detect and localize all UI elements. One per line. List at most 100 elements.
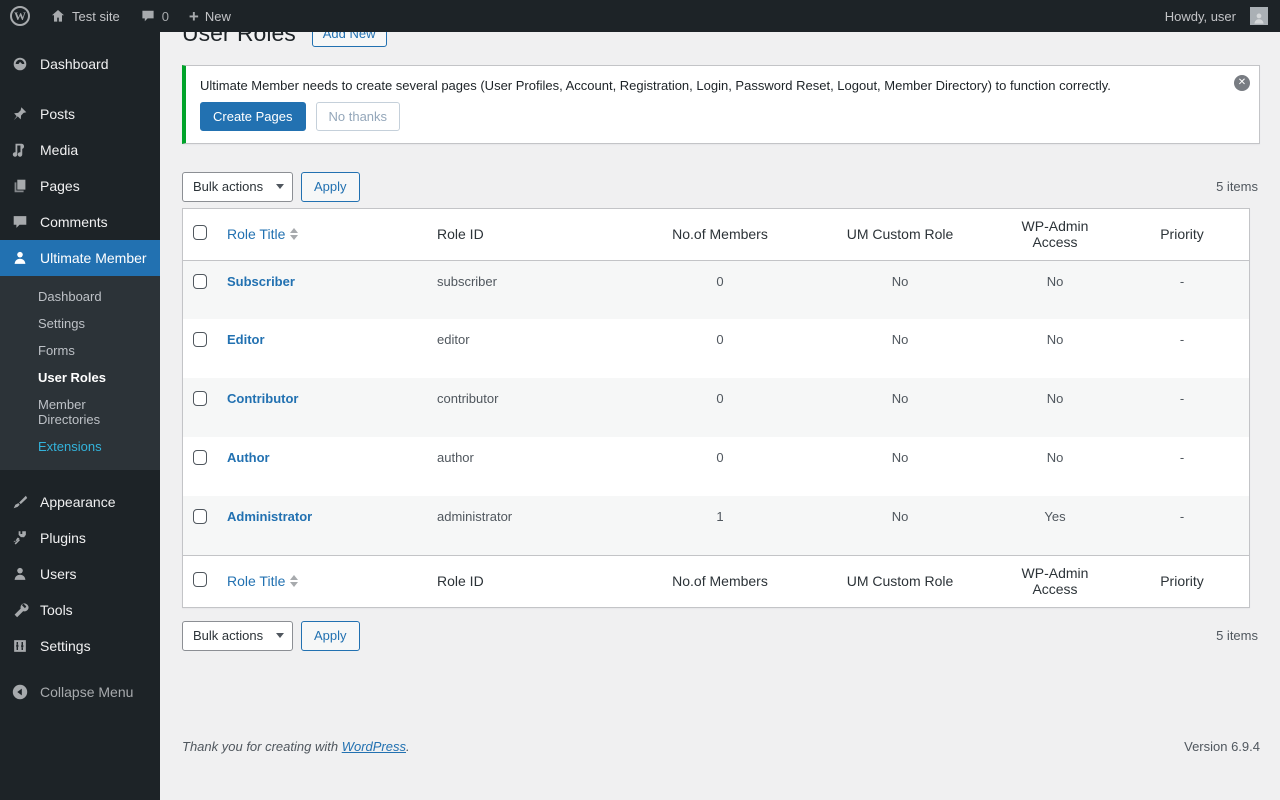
admin-bar-left: W Test site 0 + New [0, 0, 241, 32]
sidebar-item-label: Users [40, 566, 77, 582]
comment-bubble-icon [142, 10, 154, 22]
sidebar-item-pages[interactable]: Pages [0, 168, 160, 204]
sidebar-item-media[interactable]: Media [0, 132, 160, 168]
sidebar-item-dashboard[interactable]: Dashboard [0, 46, 160, 82]
table-footer-header: Role Title Role ID No.of Members UM Cust… [182, 554, 1250, 608]
sidebar-item-label: Posts [40, 106, 76, 122]
ultimate-member-submenu: Dashboard Settings Forms User Roles Memb… [0, 276, 160, 470]
bulk-actions-select[interactable]: Bulk actions [182, 171, 293, 202]
sidebar-item-settings[interactable]: Settings [0, 628, 160, 664]
wrench-icon [10, 600, 30, 620]
header-checkbox-cell [182, 208, 217, 261]
home-icon [52, 10, 64, 22]
notice-text: Ultimate Member needs to create several … [200, 77, 1111, 93]
role-title-link[interactable]: Editor [227, 332, 265, 347]
sidebar-item-label: Appearance [40, 494, 116, 510]
role-title-sort-link[interactable]: Role Title [227, 573, 299, 589]
row-checkbox[interactable] [193, 391, 207, 407]
collapse-menu-button[interactable]: Collapse Menu [0, 674, 160, 710]
members-cell: 0 [716, 391, 724, 407]
wp-admin-cell: No [1046, 332, 1064, 348]
role-title-link[interactable]: Subscriber [227, 274, 295, 289]
row-checkbox[interactable] [193, 273, 207, 289]
plus-icon: + [188, 6, 199, 26]
members-cell: 0 [716, 273, 724, 289]
priority-cell: - [1179, 450, 1185, 466]
apply-button[interactable]: Apply [301, 171, 360, 202]
role-title-link[interactable]: Administrator [227, 509, 312, 524]
plug-icon [10, 528, 30, 548]
wordpress-link[interactable]: WordPress [342, 739, 406, 754]
sidebar-item-posts[interactable]: Posts [0, 96, 160, 132]
comments-icon [10, 212, 30, 232]
um-pages-notice: Ultimate Member needs to create several … [182, 64, 1260, 144]
custom-role-cell: No [891, 450, 909, 466]
my-account-link[interactable]: Howdy, user [1155, 0, 1268, 32]
table-body: Subscriber subscriber 0 No No - Editor e… [182, 260, 1250, 556]
items-count: 5 items [1216, 628, 1258, 644]
sidebar-item-ultimate-member[interactable]: Ultimate Member [0, 240, 160, 276]
brush-icon [10, 492, 30, 512]
footer-period: . [406, 739, 410, 754]
role-title-link[interactable]: Contributor [227, 391, 298, 406]
table-toolbar-top: Bulk actions Apply 5 items [182, 171, 1260, 202]
sidebar-item-users[interactable]: Users [0, 556, 160, 592]
user-avatar [1250, 7, 1268, 25]
comments-admin-bar-link[interactable]: 0 [130, 0, 179, 32]
footer-role-title: Role Title [217, 554, 427, 608]
select-all-checkbox[interactable] [193, 572, 207, 588]
wp-admin-cell: No [1046, 450, 1064, 466]
person-icon [10, 248, 30, 268]
create-pages-button[interactable]: Create Pages [200, 101, 306, 131]
avatar-person-icon [1254, 13, 1264, 24]
row-checkbox[interactable] [193, 450, 207, 466]
select-all-checkbox[interactable] [193, 225, 207, 241]
sidebar-item-label: Settings [40, 638, 91, 654]
role-title-sort-link[interactable]: Role Title [227, 226, 299, 242]
submenu-item-user-roles[interactable]: User Roles [0, 364, 160, 391]
footer-wp-admin: WP-Admin Access [995, 554, 1115, 608]
role-title-cell: Administrator [217, 496, 427, 555]
footer-role-id: Role ID [427, 554, 635, 608]
sidebar-item-label: Plugins [40, 530, 86, 546]
pages-icon [10, 176, 30, 196]
dismiss-notice-icon[interactable]: ✕ [1234, 74, 1250, 91]
no-thanks-button[interactable]: No thanks [315, 101, 401, 131]
submenu-item-forms[interactable]: Forms [0, 337, 160, 364]
new-label: New [204, 8, 231, 24]
role-id-cell: administrator [437, 509, 513, 525]
wordpress-logo-menu[interactable]: W [0, 0, 40, 32]
role-title-cell: Author [217, 437, 427, 496]
role-title-cell: Contributor [217, 378, 427, 437]
sidebar-item-appearance[interactable]: Appearance [0, 484, 160, 520]
apply-button[interactable]: Apply [301, 620, 360, 651]
role-title-link[interactable]: Author [227, 450, 270, 465]
sidebar-item-tools[interactable]: Tools [0, 592, 160, 628]
priority-cell: - [1179, 332, 1185, 348]
sidebar-item-plugins[interactable]: Plugins [0, 520, 160, 556]
submenu-item-dashboard[interactable]: Dashboard [0, 283, 160, 310]
site-name-link[interactable]: Test site [40, 0, 130, 32]
row-checkbox-cell [183, 437, 218, 496]
bulk-actions-select[interactable]: Bulk actions [182, 620, 293, 651]
row-checkbox[interactable] [193, 509, 207, 525]
submenu-item-settings[interactable]: Settings [0, 310, 160, 337]
row-checkbox[interactable] [193, 332, 207, 348]
submenu-item-extensions[interactable]: Extensions [0, 433, 160, 460]
admin-bar-right: Howdy, user [1155, 0, 1280, 32]
table-toolbar-bottom: Bulk actions Apply 5 items [182, 620, 1260, 651]
collapse-arrow-icon [10, 682, 30, 702]
sidebar-item-comments[interactable]: Comments [0, 204, 160, 240]
submenu-item-member-directories[interactable]: Member Directories [0, 391, 160, 433]
header-custom-role: UM Custom Role [805, 208, 995, 261]
wp-admin-cell: Yes [1044, 509, 1066, 525]
sidebar-item-label: Dashboard [40, 56, 109, 72]
sidebar-item-label: Comments [40, 214, 108, 230]
new-content-menu[interactable]: + New [179, 0, 241, 32]
menu-separator [0, 82, 160, 96]
wp-admin-cell: No [1046, 391, 1064, 407]
role-id-cell: editor [437, 332, 470, 348]
users-icon [10, 564, 30, 584]
sidebar-item-label: Media [40, 142, 79, 158]
sidebar-item-label: Tools [40, 602, 73, 618]
